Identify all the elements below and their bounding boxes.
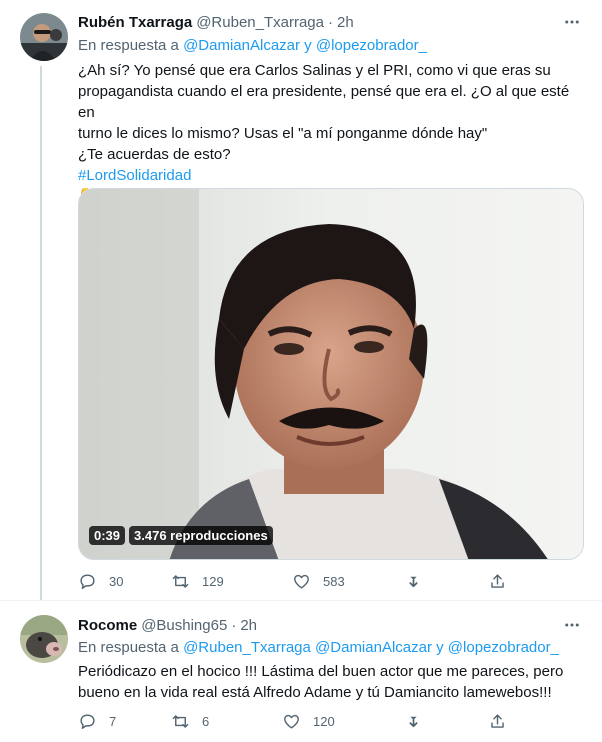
like-icon	[284, 714, 299, 729]
share-button[interactable]	[488, 572, 507, 591]
timestamp[interactable]: 2h	[337, 14, 354, 31]
like-button[interactable]: 120	[282, 712, 404, 731]
separator: ·	[328, 13, 333, 31]
reply-count: 7	[109, 713, 117, 729]
reply-prefix: En respuesta a	[78, 639, 179, 656]
display-name[interactable]: Rocome	[78, 617, 137, 634]
reply-context: En respuesta a @DamianAlcazar y @lopezob…	[78, 37, 427, 54]
text-line: propagandista cuando el era presidente, …	[78, 83, 570, 121]
text-line: Periódicazo en el hocico !!! Lástima del…	[78, 663, 564, 680]
share-button[interactable]	[488, 712, 507, 731]
reply-button[interactable]: 30	[78, 572, 171, 591]
user-handle[interactable]: @Ruben_Txarraga	[196, 14, 324, 31]
like-count: 583	[323, 573, 345, 589]
tweet-header: Rubén Txarraga @Ruben_Txarraga · 2h	[78, 12, 354, 32]
share-icon	[491, 713, 504, 728]
like-button[interactable]: 583	[292, 572, 404, 591]
tweet-header: Rocome @Bushing65 · 2h	[78, 615, 257, 635]
user-handle[interactable]: @Bushing65	[141, 617, 227, 634]
more-icon[interactable]	[562, 12, 582, 32]
retweet-icon	[172, 714, 189, 728]
reply-context: En respuesta a @Ruben_Txarraga @DamianAl…	[78, 639, 559, 656]
reply-button[interactable]: 7	[78, 712, 171, 731]
tweet-text: ¿Ah sí? Yo pensé que era Carlos Salinas …	[78, 60, 588, 207]
text-line: ¿Ah sí? Yo pensé que era Carlos Salinas …	[78, 62, 551, 79]
share-icon	[491, 573, 504, 588]
delete-icon	[409, 716, 418, 727]
delete-icon	[409, 576, 418, 587]
tweet-text: Periódicazo en el hocico !!! Lástima del…	[78, 661, 588, 703]
video-thumbnail	[79, 189, 583, 559]
video-info: 0:39 3.476 reproducciones	[89, 526, 273, 545]
text-line: ¿Te acuerdas de esto?	[78, 146, 231, 163]
thread-line	[40, 66, 42, 600]
tweet-actions: 7 6 120	[78, 709, 508, 733]
retweet-count: 6	[202, 713, 210, 729]
avatar[interactable]	[20, 13, 68, 61]
tweet[interactable]: Rocome @Bushing65 · 2h En respuesta a @R…	[0, 600, 602, 742]
like-icon	[294, 574, 309, 589]
retweet-button[interactable]: 129	[171, 572, 292, 591]
hashtag-link[interactable]: #LordSolidaridad	[78, 165, 588, 186]
text-line: bueno en la vida real está Alfredo Adame…	[78, 684, 552, 701]
video-duration: 0:39	[89, 526, 126, 545]
reply-prefix: En respuesta a	[78, 37, 179, 54]
tweet-actions: 30 129 583	[78, 569, 508, 593]
retweet-button[interactable]: 6	[171, 712, 282, 731]
reply-icon	[80, 573, 95, 589]
retweet-count: 129	[202, 573, 224, 589]
reply-mentions[interactable]: @DamianAlcazar y @lopezobrador_	[183, 37, 427, 54]
like-count: 120	[313, 713, 335, 729]
reply-icon	[80, 713, 95, 729]
reply-mentions[interactable]: @Ruben_Txarraga @DamianAlcazar y @lopezo…	[183, 639, 559, 656]
delete-button[interactable]	[404, 712, 488, 731]
timestamp[interactable]: 2h	[240, 617, 257, 634]
retweet-icon	[172, 574, 189, 588]
video-player[interactable]: 0:39 3.476 reproducciones	[78, 188, 584, 560]
tweet[interactable]: Rubén Txarraga @Ruben_Txarraga · 2h En r…	[0, 0, 602, 600]
more-icon[interactable]	[562, 615, 582, 635]
video-views: 3.476 reproducciones	[129, 526, 273, 545]
text-line: turno le dices lo mismo? Usas el "a mí p…	[78, 125, 488, 142]
display-name[interactable]: Rubén Txarraga	[78, 14, 192, 31]
separator: ·	[231, 616, 237, 634]
reply-count: 30	[109, 573, 124, 589]
delete-button[interactable]	[404, 572, 488, 591]
avatar[interactable]	[20, 615, 68, 663]
